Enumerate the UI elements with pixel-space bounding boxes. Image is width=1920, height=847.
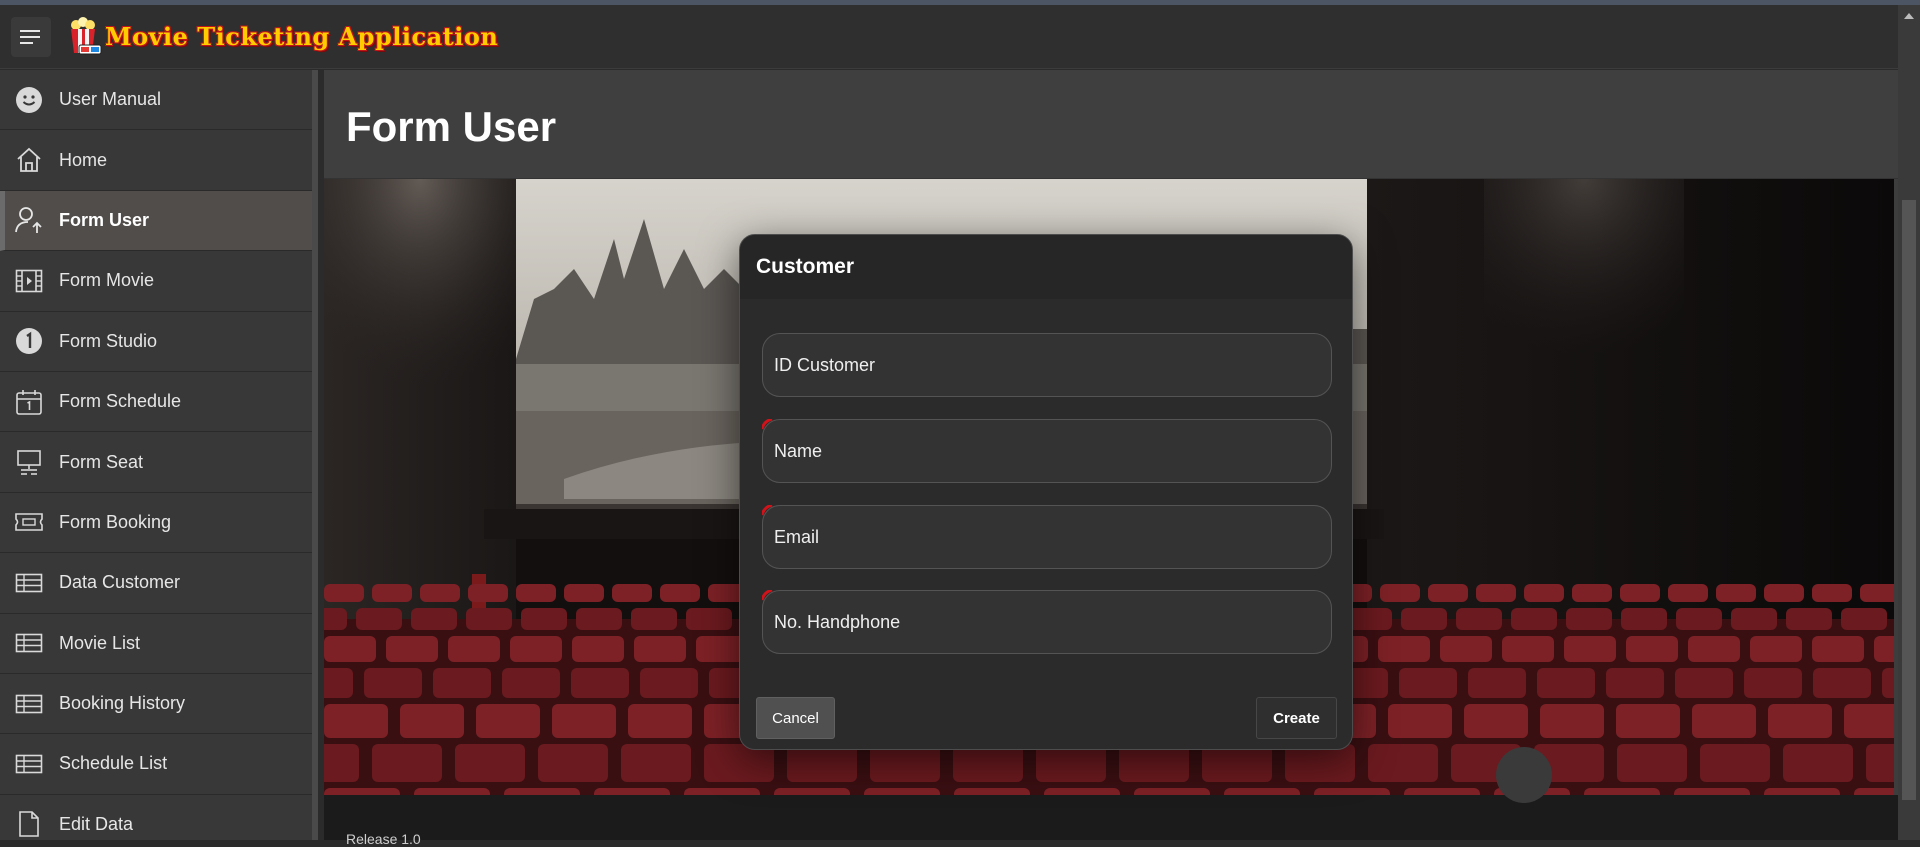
footer-release-text: Release 1.0 bbox=[346, 831, 421, 847]
field-label: Name bbox=[774, 440, 823, 461]
sidebar-item-movie-list[interactable]: Movie List bbox=[0, 614, 312, 674]
file-icon bbox=[14, 809, 44, 839]
field-label: Email bbox=[774, 526, 820, 547]
sidebar-item-label: Form Schedule bbox=[59, 391, 182, 412]
app-header: Movie Ticketing Application bbox=[0, 5, 1898, 69]
table-icon bbox=[14, 568, 44, 598]
table-icon bbox=[14, 689, 44, 719]
sidebar-item-schedule-list[interactable]: Schedule List bbox=[0, 734, 312, 795]
page-header: Form User bbox=[324, 70, 1898, 179]
popcorn-3d-glasses-icon bbox=[71, 16, 102, 54]
cancel-button[interactable]: Cancel bbox=[756, 697, 835, 739]
sidebar-item-label: Movie List bbox=[59, 632, 141, 653]
name-field[interactable]: Name bbox=[762, 419, 1332, 483]
ticket-icon bbox=[14, 507, 44, 537]
user-upload-icon bbox=[14, 205, 44, 235]
dialog-title: Customer bbox=[756, 255, 855, 278]
sidebar-item-label: Form User bbox=[59, 209, 150, 230]
sidebar-item-label: Form Booking bbox=[59, 511, 172, 532]
sidebar-nav: User Manual Home Form User Form Movie Fo… bbox=[0, 70, 318, 840]
page-scrollbar[interactable] bbox=[1898, 5, 1920, 840]
sidebar-item-form-studio[interactable]: Form Studio bbox=[0, 312, 312, 372]
sidebar-item-form-user[interactable]: Form User bbox=[0, 190, 312, 252]
sidebar-item-home[interactable]: Home bbox=[0, 130, 312, 191]
hamburger-menu-icon bbox=[20, 29, 40, 44]
sidebar-item-label: Form Seat bbox=[59, 451, 144, 472]
sidebar-item-label: Edit Data bbox=[59, 813, 134, 834]
page-footer: Release 1.0 bbox=[324, 795, 1898, 847]
sidebar-item-form-movie[interactable]: Form Movie bbox=[0, 251, 312, 312]
sidebar-item-label: User Manual bbox=[59, 89, 162, 110]
sidebar-item-form-booking[interactable]: Form Booking bbox=[0, 493, 312, 554]
sidebar-item-form-schedule[interactable]: Form Schedule bbox=[0, 372, 312, 433]
required-marker-icon bbox=[762, 505, 773, 516]
smiley-icon bbox=[14, 85, 44, 115]
sidebar-item-label: Home bbox=[59, 149, 108, 170]
page-title: Form User bbox=[346, 103, 557, 150]
app-logo[interactable]: Movie Ticketing Application bbox=[65, 16, 499, 57]
customer-dialog: Customer ID Customer Name Email No. Hand… bbox=[739, 234, 1353, 750]
required-marker-icon bbox=[762, 590, 773, 601]
sidebar-item-booking-history[interactable]: Booking History bbox=[0, 674, 312, 735]
table-icon bbox=[14, 749, 44, 779]
create-button[interactable]: Create bbox=[1256, 697, 1337, 739]
home-icon bbox=[14, 145, 44, 175]
sidebar-item-label: Booking History bbox=[59, 693, 186, 714]
sidebar-item-user-manual[interactable]: User Manual bbox=[0, 70, 312, 131]
id-customer-field[interactable]: ID Customer bbox=[762, 333, 1332, 397]
no-handphone-field[interactable]: No. Handphone bbox=[762, 590, 1332, 654]
sidebar-item-label: Form Movie bbox=[59, 270, 155, 291]
app-title: Movie Ticketing Application bbox=[105, 22, 499, 51]
field-label: No. Handphone bbox=[774, 611, 901, 632]
monitor-icon bbox=[14, 447, 44, 477]
dialog-header: Customer bbox=[740, 235, 1352, 299]
number-one-circle-icon bbox=[14, 326, 44, 356]
email-field[interactable]: Email bbox=[762, 505, 1332, 569]
sidebar-item-label: Data Customer bbox=[59, 572, 181, 593]
sidebar-item-data-customer[interactable]: Data Customer bbox=[0, 553, 312, 614]
sidebar-item-label: Form Studio bbox=[59, 330, 158, 351]
sidebar-item-label: Schedule List bbox=[59, 753, 168, 774]
scroll-to-top-button[interactable] bbox=[1496, 747, 1552, 803]
calendar-icon bbox=[14, 387, 44, 417]
film-icon bbox=[14, 266, 44, 296]
required-marker-icon bbox=[762, 419, 773, 430]
scroll-up-arrow[interactable] bbox=[1904, 13, 1914, 19]
hamburger-menu-button[interactable] bbox=[11, 16, 51, 57]
table-icon bbox=[14, 628, 44, 658]
scroll-thumb[interactable] bbox=[1902, 200, 1916, 800]
sidebar-item-edit-data[interactable]: Edit Data bbox=[0, 795, 312, 840]
field-label: ID Customer bbox=[774, 354, 876, 375]
sidebar-item-form-seat[interactable]: Form Seat bbox=[0, 432, 312, 493]
